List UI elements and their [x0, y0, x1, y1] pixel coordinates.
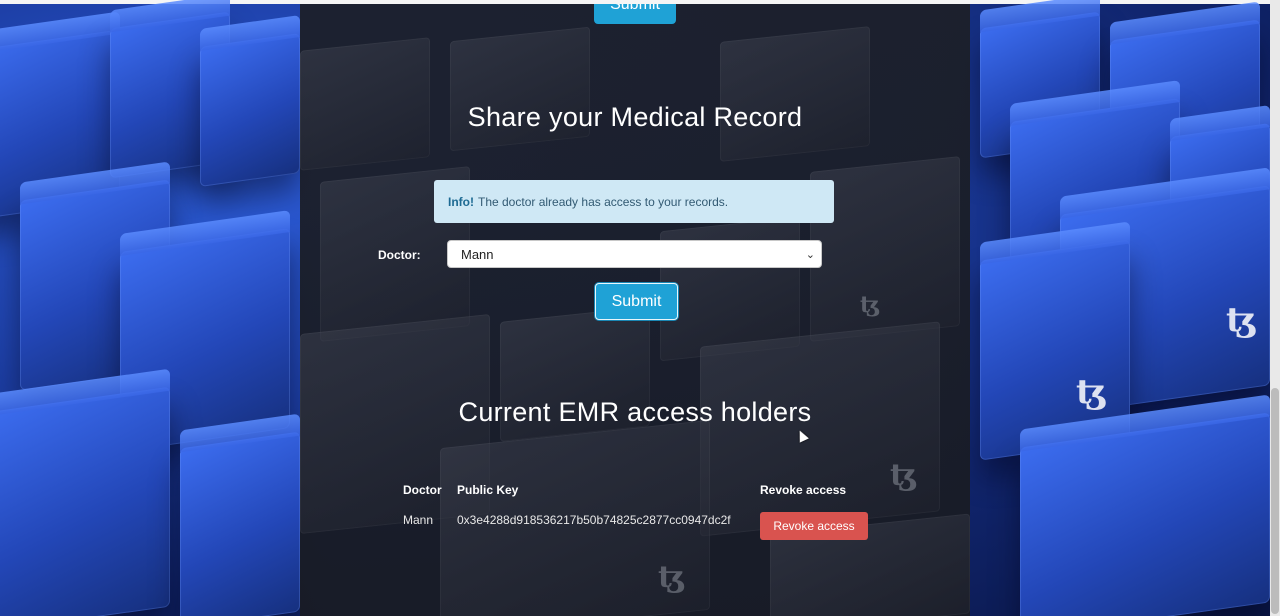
bg-cube: [180, 413, 300, 616]
doctor-select[interactable]: Mann ⌄: [447, 240, 822, 268]
tezos-logo-icon: ꜩ: [658, 560, 686, 595]
row-doctor-name: Mann: [403, 513, 434, 527]
column-header-doctor: Doctor: [403, 483, 442, 497]
tezos-logo-icon: ꜩ: [860, 292, 880, 318]
info-alert-prefix: Info!: [448, 194, 474, 209]
access-holders-title: Current EMR access holders: [458, 397, 812, 427]
share-record-title: Share your Medical Record: [467, 102, 803, 132]
page-scrollbar[interactable]: [1270, 0, 1280, 616]
scrollbar-thumb[interactable]: [1271, 388, 1279, 614]
chevron-down-icon: ⌄: [805, 248, 815, 261]
main-panel: ꜩ ꜩ ꜩ Submit Share your Medical Record I…: [300, 4, 970, 616]
column-header-revoke: Revoke access: [760, 483, 847, 497]
tezos-logo-icon: ꜩ: [1076, 372, 1107, 412]
info-alert: Info! The doctor already has access to y…: [434, 180, 834, 223]
doctor-field-label: Doctor:: [378, 248, 421, 262]
row-public-key: 0x3e4288d918536217b50b74825c2877cc0947dc…: [457, 513, 731, 527]
share-submit-button[interactable]: Submit: [595, 283, 678, 320]
bg-cube: [0, 368, 170, 616]
previous-submit-button[interactable]: Submit: [594, 4, 676, 24]
column-header-public-key: Public Key: [457, 483, 519, 497]
bg-cube: [200, 14, 300, 188]
info-alert-message: The doctor already has access to your re…: [478, 194, 729, 209]
tezos-logo-icon: ꜩ: [1226, 300, 1257, 340]
doctor-select-value: Mann: [461, 246, 494, 262]
revoke-access-button[interactable]: Revoke access: [760, 512, 868, 540]
tezos-logo-icon: ꜩ: [890, 458, 918, 493]
bg-cube: [1020, 394, 1270, 616]
